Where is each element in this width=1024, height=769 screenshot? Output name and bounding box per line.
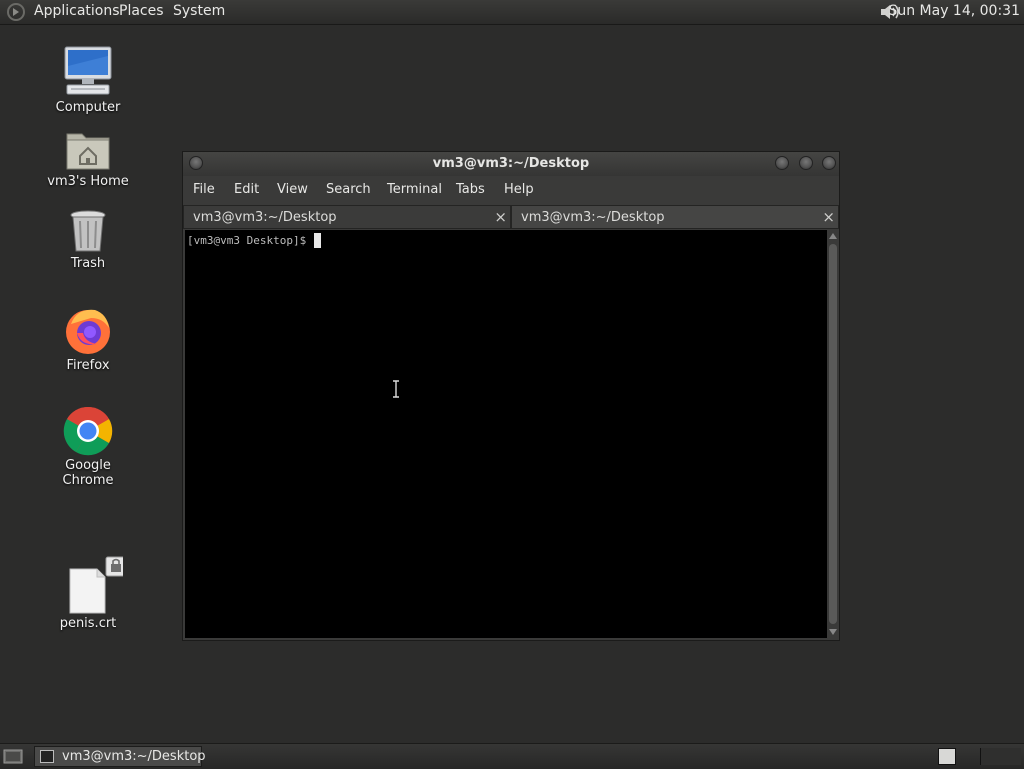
window-titlebar[interactable]: vm3@vm3:~/Desktop xyxy=(183,152,839,176)
terminal-window[interactable]: vm3@vm3:~/Desktop File Edit View Search … xyxy=(182,151,840,641)
menu-tabs[interactable]: Tabs xyxy=(456,182,485,197)
tab-2-active[interactable]: vm3@vm3:~/Desktop × xyxy=(511,205,839,229)
clock[interactable]: Sun May 14, 00:31 xyxy=(888,3,1020,19)
minimize-button[interactable] xyxy=(775,156,789,170)
menu-terminal[interactable]: Terminal xyxy=(387,182,442,197)
system-menu[interactable]: System xyxy=(173,3,225,19)
firefox-icon xyxy=(66,309,110,354)
ibeam-pointer-icon xyxy=(393,380,399,398)
desktop-icon-label: Google Chrome xyxy=(62,458,114,488)
scroll-up-arrow-icon[interactable] xyxy=(829,233,837,239)
desktop-icon-chrome[interactable]: Google Chrome xyxy=(38,406,138,488)
window-title: vm3@vm3:~/Desktop xyxy=(432,156,590,171)
top-panel: Applications Places System Sun May 14, 0… xyxy=(0,0,1024,25)
desktop-icon-label: Firefox xyxy=(66,358,110,373)
desktop-icon-label: vm3's Home xyxy=(47,174,129,189)
menu-file[interactable]: File xyxy=(193,182,215,197)
shell-prompt-line: [vm3@vm3 Desktop]$ xyxy=(187,233,321,248)
show-desktop-icon[interactable] xyxy=(3,748,23,765)
workspace-2[interactable] xyxy=(980,748,1021,765)
scroll-thumb[interactable] xyxy=(829,244,837,624)
taskbar-window-button[interactable]: vm3@vm3:~/Desktop xyxy=(34,746,206,767)
chrome-icon xyxy=(63,406,113,456)
bottom-panel: vm3@vm3:~/Desktop xyxy=(0,743,1024,769)
places-menu[interactable]: Places xyxy=(119,3,164,19)
terminal-scrollbar[interactable] xyxy=(827,230,839,638)
scroll-down-arrow-icon[interactable] xyxy=(829,629,837,635)
shell-prompt: [vm3@vm3 Desktop]$ xyxy=(187,234,313,247)
desktop-icon-penis-crt[interactable]: penis.crt xyxy=(38,556,138,631)
workspace-1[interactable] xyxy=(938,748,956,765)
terminal-output[interactable]: [vm3@vm3 Desktop]$ xyxy=(185,230,827,638)
desktop-icon-label: Trash xyxy=(70,256,106,271)
desktop-icon-label: Computer xyxy=(55,100,121,115)
tab-bar: vm3@vm3:~/Desktop × vm3@vm3:~/Desktop × xyxy=(183,205,839,229)
terminal-menubar: File Edit View Search Terminal Tabs Help xyxy=(183,176,839,204)
tab-close-icon[interactable]: × xyxy=(822,208,835,226)
desktop-icon-home[interactable]: vm3's Home xyxy=(38,128,138,189)
certificate-file-icon xyxy=(69,556,123,614)
terminal-icon xyxy=(40,750,54,763)
menu-edit[interactable]: Edit xyxy=(234,182,259,197)
tab-close-icon[interactable]: × xyxy=(494,208,507,226)
tab-1[interactable]: vm3@vm3:~/Desktop × xyxy=(183,205,511,229)
menu-help[interactable]: Help xyxy=(504,182,534,197)
desktop-icon-trash[interactable]: Trash xyxy=(38,210,138,271)
taskbar-window-label: vm3@vm3:~/Desktop xyxy=(62,749,206,764)
applications-menu[interactable]: Applications xyxy=(34,3,120,19)
menu-view[interactable]: View xyxy=(277,182,308,197)
gnome-foot-icon[interactable] xyxy=(6,2,26,22)
desktop-icon-label: penis.crt xyxy=(59,616,117,631)
trash-icon xyxy=(70,210,106,252)
text-cursor xyxy=(313,233,321,248)
tab-label: vm3@vm3:~/Desktop xyxy=(193,210,337,225)
computer-icon xyxy=(64,46,112,95)
close-button[interactable] xyxy=(822,156,836,170)
desktop-icon-firefox[interactable]: Firefox xyxy=(38,306,138,373)
desktop-icon-computer[interactable]: Computer xyxy=(38,46,138,115)
maximize-button[interactable] xyxy=(799,156,813,170)
menu-search[interactable]: Search xyxy=(326,182,371,197)
tab-label: vm3@vm3:~/Desktop xyxy=(521,210,665,225)
home-folder-icon xyxy=(66,133,110,170)
